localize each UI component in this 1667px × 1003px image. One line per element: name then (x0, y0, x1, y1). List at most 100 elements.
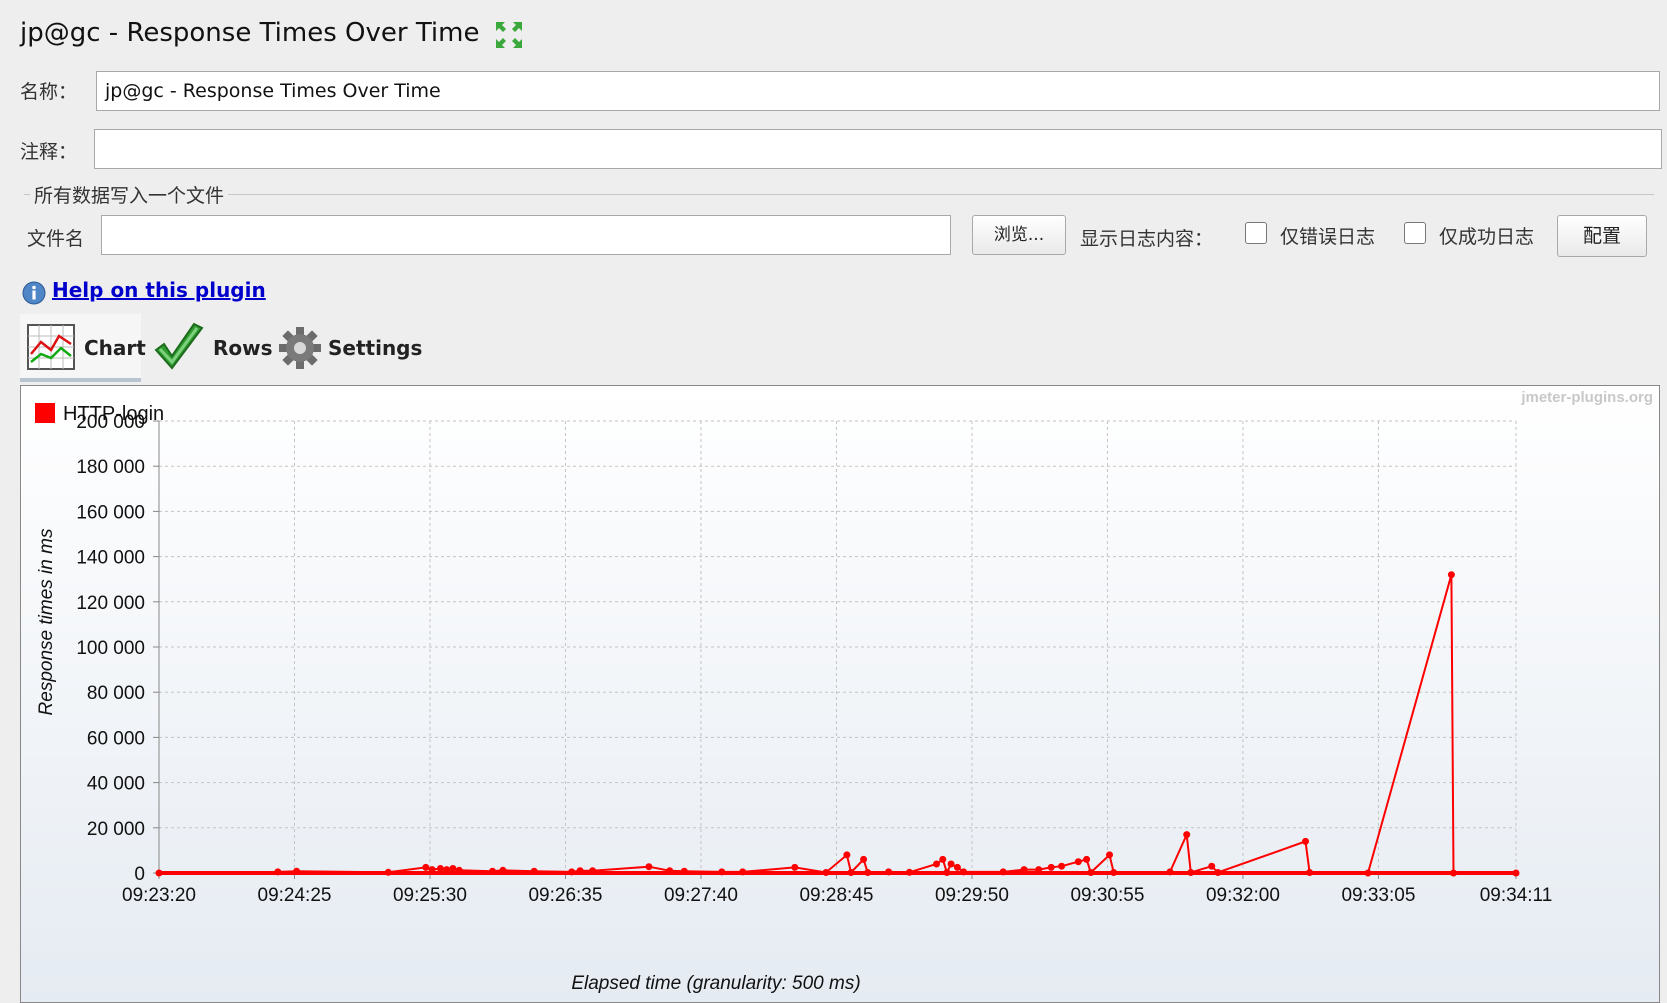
data-point (1035, 866, 1043, 874)
data-point (953, 863, 961, 871)
info-icon (22, 281, 46, 305)
success-only-label: 仅成功日志 (1439, 226, 1535, 248)
filename-input[interactable] (101, 215, 951, 255)
tab-settings-label: Settings (328, 336, 423, 360)
x-tick-label: 09:32:00 (1206, 885, 1280, 906)
data-point (680, 867, 688, 875)
y-tick-label: 120 000 (76, 593, 145, 614)
x-tick-label: 09:27:40 (664, 885, 738, 906)
chart-panel: jmeter-plugins.org HTTP-login Response t… (20, 385, 1660, 1003)
tab-rows-label: Rows (213, 336, 273, 360)
data-point (449, 865, 457, 872)
data-point (939, 855, 947, 863)
data-point (589, 867, 597, 875)
data-point (1087, 869, 1095, 876)
data-point (739, 868, 747, 876)
data-point (1306, 869, 1314, 876)
y-tick-label: 0 (134, 864, 145, 885)
checkmark-icon (154, 322, 204, 370)
data-point (422, 863, 430, 871)
help-link[interactable]: Help on this plugin (52, 278, 266, 302)
data-point (847, 869, 855, 876)
y-tick-label: 40 000 (87, 774, 145, 795)
panel-title: jp@gc - Response Times Over Time (20, 18, 480, 48)
comment-input[interactable] (94, 129, 1662, 169)
tab-chart-label: Chart (84, 336, 146, 360)
data-point (443, 866, 451, 874)
x-tick-label: 09:24:25 (258, 885, 332, 906)
data-point (293, 867, 301, 875)
data-point (943, 869, 951, 876)
data-point (530, 867, 538, 875)
errors-only-checkbox[interactable] (1245, 222, 1267, 244)
x-axis-label: Elapsed time (granularity: 500 ms) (571, 973, 860, 994)
data-point (947, 860, 955, 868)
data-point (645, 863, 653, 871)
tab-rows[interactable]: Rows (150, 314, 273, 382)
data-point (1074, 858, 1082, 866)
data-point (455, 866, 463, 874)
data-point (155, 869, 163, 877)
file-group-border (24, 194, 1654, 195)
data-point (428, 866, 436, 874)
file-group-title: 所有数据写入一个文件 (30, 181, 229, 208)
y-tick-label: 160 000 (76, 502, 145, 523)
data-point (822, 869, 830, 876)
gear-icon (279, 327, 321, 369)
data-point (905, 868, 913, 876)
data-point (860, 855, 868, 863)
data-point (1110, 869, 1118, 876)
y-tick-label: 140 000 (76, 548, 145, 569)
x-tick-label: 09:34:11 (1480, 885, 1553, 906)
line-chart-icon (27, 324, 75, 370)
data-point (864, 869, 872, 876)
config-button[interactable]: 配置 (1557, 215, 1647, 257)
data-point (1214, 869, 1222, 876)
success-only-checkbox[interactable] (1404, 222, 1426, 244)
data-point (666, 867, 674, 875)
data-point (1208, 862, 1216, 870)
data-point (1512, 869, 1520, 877)
data-point (1106, 851, 1113, 859)
expand-icon[interactable] (494, 20, 524, 50)
legend-swatch (35, 403, 55, 423)
data-point (718, 868, 726, 876)
data-point (1058, 862, 1066, 870)
data-point (960, 868, 968, 876)
tab-settings[interactable]: Settings (276, 314, 422, 382)
y-tick-label: 60 000 (87, 728, 145, 749)
y-tick-label: 100 000 (76, 638, 145, 659)
x-tick-label: 09:30:55 (1070, 885, 1144, 906)
errors-only-label: 仅错误日志 (1280, 226, 1376, 248)
x-tick-label: 09:28:45 (799, 885, 873, 906)
data-point (1364, 869, 1372, 877)
browse-button[interactable]: 浏览... (972, 215, 1066, 255)
x-tick-label: 09:23:20 (122, 885, 196, 906)
x-tick-label: 09:25:30 (393, 885, 467, 906)
data-point (885, 868, 893, 876)
name-label: 名称： (20, 81, 78, 103)
data-point (568, 868, 576, 876)
data-point (499, 866, 507, 874)
filename-label: 文件名 (27, 228, 85, 250)
x-tick-label: 09:29:50 (935, 885, 1009, 906)
data-point (1047, 863, 1055, 871)
x-tick-label: 09:33:05 (1341, 885, 1415, 906)
data-point (1187, 869, 1195, 876)
data-point (843, 851, 851, 859)
tab-chart[interactable]: Chart (20, 314, 146, 382)
data-point (1166, 868, 1174, 876)
comment-label: 注释： (20, 141, 78, 163)
data-point (436, 865, 444, 872)
data-point (1447, 571, 1455, 579)
x-tick-label: 09:26:35 (528, 885, 602, 906)
y-tick-label: 80 000 (87, 683, 145, 704)
name-input[interactable]: jp@gc - Response Times Over Time (96, 71, 1660, 111)
chart-watermark: jmeter-plugins.org (1520, 389, 1653, 406)
y-tick-label: 200 000 (76, 412, 145, 433)
data-point (933, 860, 940, 868)
data-point (576, 867, 584, 875)
y-tick-label: 180 000 (76, 457, 145, 478)
data-point (1183, 831, 1191, 839)
data-point (274, 868, 282, 876)
